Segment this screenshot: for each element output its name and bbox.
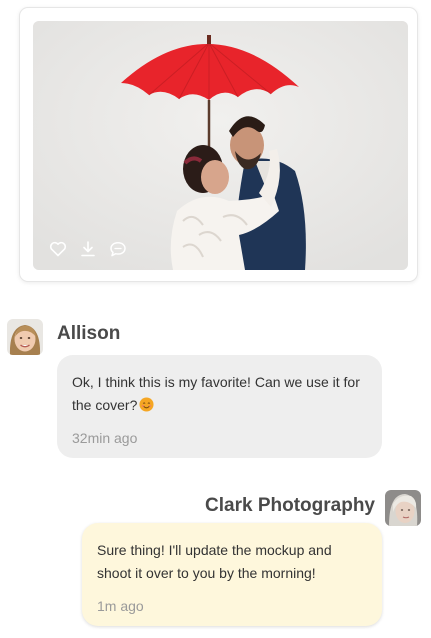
clark-photography-avatar-image [385,490,421,526]
allison-avatar-image [7,319,43,355]
wedding-photo[interactable] [33,21,408,270]
message-bubble: Ok, I think this is my favorite! Can we … [57,355,382,458]
message-time: 32min ago [72,430,138,446]
message-bubble: Sure thing! I'll update the mockup and s… [82,523,382,626]
avatar[interactable] [385,490,421,526]
message-author: Clark Photography [205,495,375,516]
message-author: Allison [57,323,121,344]
photo-actions [49,240,127,258]
message-time: 1m ago [97,598,144,614]
heart-icon[interactable] [49,240,67,258]
message-text: Sure thing! I'll update the mockup and s… [97,542,332,581]
wedding-photo-image [33,21,408,270]
download-icon[interactable] [79,240,97,258]
avatar[interactable] [7,319,43,355]
smiling-face-emoji-icon [139,397,154,412]
photo-post-card [19,7,418,282]
comment-icon[interactable] [109,240,127,258]
message-text: Ok, I think this is my favorite! Can we … [72,374,360,413]
